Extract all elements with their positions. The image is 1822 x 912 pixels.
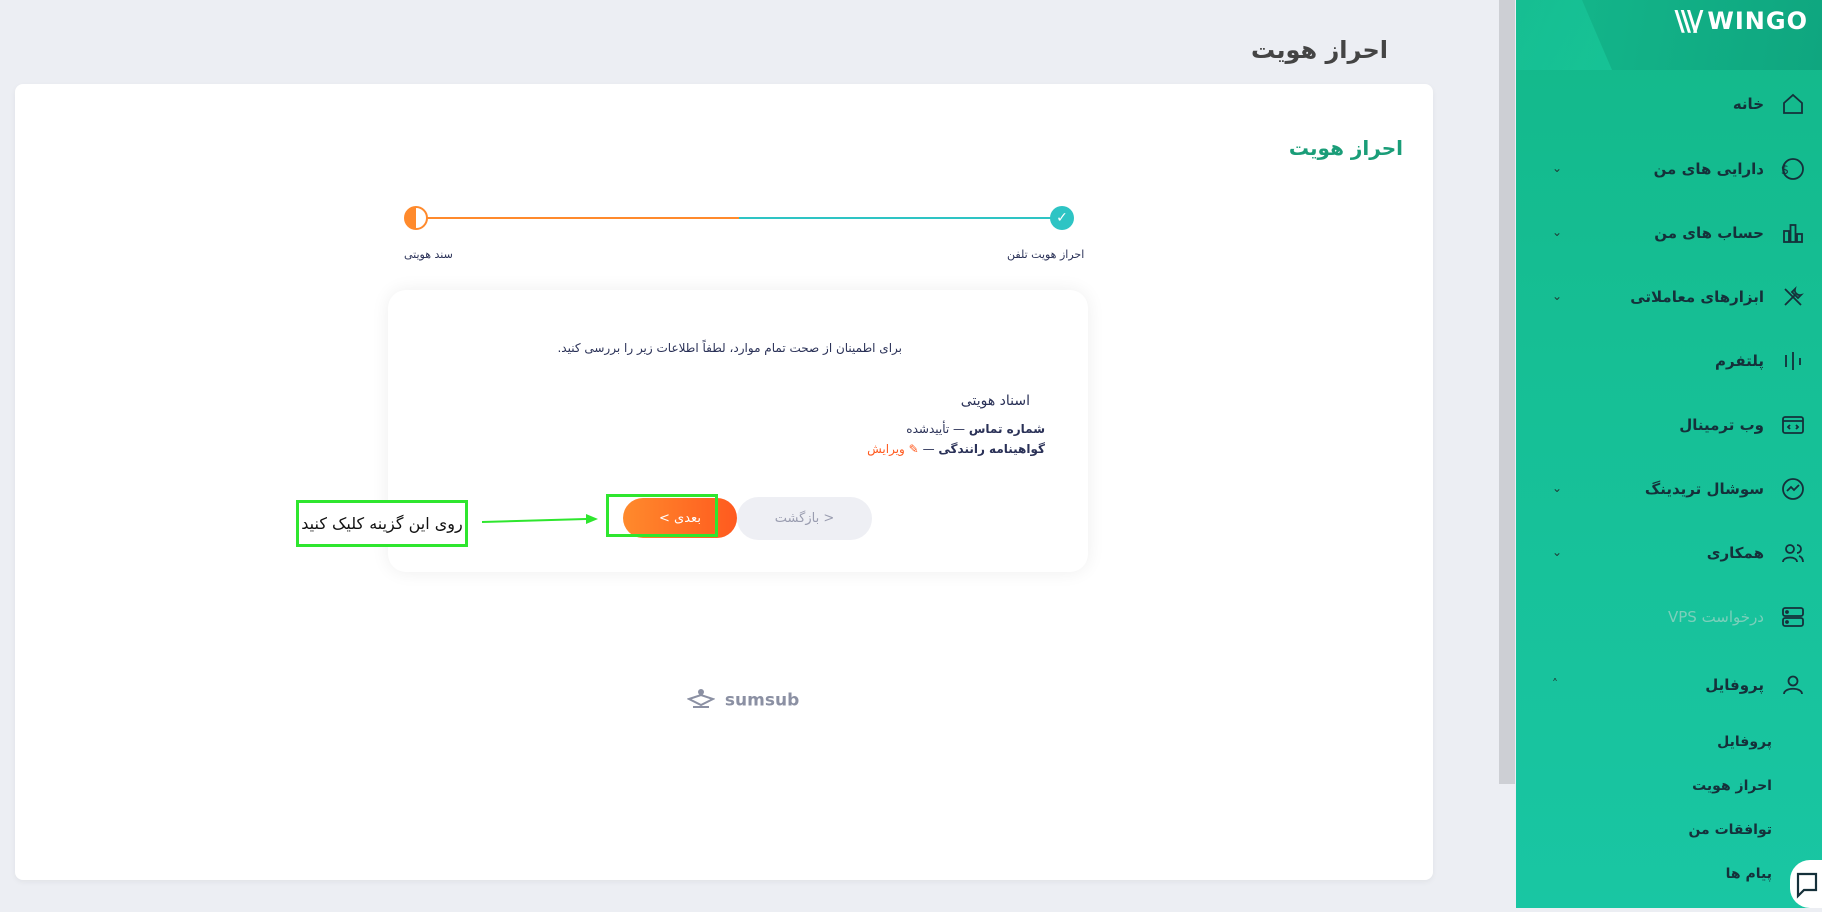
chevron-down-icon: ⌄ <box>1552 481 1563 495</box>
step-label-phone: احراز هویت تلفن <box>1007 248 1085 261</box>
review-instruction: برای اطمینان از صحت تمام موارد، لطفاً اط… <box>557 341 902 355</box>
social-icon <box>1778 474 1808 504</box>
sumsub-review-panel: برای اطمینان از صحت تمام موارد، لطفاً اط… <box>388 290 1088 572</box>
sidebar-item-label: سوشال تریدینگ <box>1644 480 1764 498</box>
progress-track: ✓ <box>404 206 1074 234</box>
dollar-icon: $ <box>1778 154 1808 184</box>
platform-icon <box>1778 346 1808 376</box>
sidebar-item-trading-tools[interactable]: ابزارهای معاملاتی ⌄ <box>1516 277 1822 317</box>
submenu-item-messages[interactable]: پیام ها <box>1516 862 1822 888</box>
accounts-icon <box>1778 218 1808 248</box>
doc-line-sep: — <box>953 422 966 436</box>
terminal-icon <box>1778 410 1808 440</box>
brand-header: \\\/ WINGO <box>1516 0 1822 70</box>
step-current-dot <box>404 206 428 230</box>
doc-line-phone: شماره تماس — تأییدشده <box>906 422 1045 436</box>
brand-decor <box>1516 0 1612 70</box>
svg-text:$: $ <box>1781 163 1789 178</box>
step-done-check-icon: ✓ <box>1050 206 1074 230</box>
chat-widget-button[interactable] <box>1790 860 1822 908</box>
sidebar-item-label: وب ترمینال <box>1679 416 1764 434</box>
sidebar-item-profile[interactable]: پروفایل ˄ <box>1516 665 1822 705</box>
doc-line-label: شماره تماس <box>968 422 1045 436</box>
sidebar-item-label: حساب های من <box>1654 224 1764 242</box>
sidebar-item-web-terminal[interactable]: وب ترمینال <box>1516 405 1822 445</box>
sidebar-item-label: ابزارهای معاملاتی <box>1630 288 1764 306</box>
annotation-arrow <box>482 514 598 524</box>
sumsub-mark-icon <box>686 687 716 714</box>
server-icon <box>1778 602 1808 632</box>
doc-line-status: تأییدشده <box>906 422 950 436</box>
page-title: احراز هویت <box>1251 36 1388 64</box>
sumsub-logo: sumsub <box>686 687 800 714</box>
sidebar-item-partnership[interactable]: همکاری ⌄ <box>1516 533 1822 573</box>
submenu-label: پروفایل <box>1717 734 1772 750</box>
wingo-mark-icon: \\\/ <box>1674 4 1704 37</box>
sidebar-item-social-trading[interactable]: سوشال تریدینگ ⌄ <box>1516 469 1822 509</box>
home-icon <box>1778 89 1808 119</box>
user-icon <box>1778 670 1808 700</box>
chevron-down-icon: ⌄ <box>1552 225 1563 239</box>
sidebar-item-label: پلتفرم <box>1715 352 1764 370</box>
page-scrollbar[interactable] <box>1499 0 1515 784</box>
sidebar-item-label: دارایی های من <box>1653 160 1764 178</box>
submenu-item-profile[interactable]: پروفایل <box>1516 730 1822 756</box>
progress-line-done <box>739 217 1063 219</box>
submenu-item-agreements[interactable]: توافقات من <box>1516 818 1822 844</box>
sidebar-item-label: پروفایل <box>1705 676 1764 694</box>
edit-link-label: ویرایش <box>867 442 905 456</box>
doc-line-sep: — <box>922 442 935 456</box>
doc-line-license: گواهینامه رانندگی — ✎ ویرایش <box>867 442 1045 456</box>
chevron-down-icon: ⌄ <box>1552 289 1563 303</box>
submenu-label: توافقات من <box>1688 822 1772 838</box>
chat-bubble-icon <box>1796 872 1818 899</box>
submenu-label: احراز هویت <box>1692 778 1772 794</box>
pencil-icon: ✎ <box>908 442 919 456</box>
submenu-label: پیام ها <box>1725 866 1772 882</box>
users-icon <box>1778 538 1808 568</box>
step-label-id-document: سند هویتی <box>404 248 453 261</box>
sidebar-item-vps[interactable]: درخواست VPS <box>1516 597 1822 637</box>
sumsub-text: sumsub <box>724 690 800 711</box>
verification-card: احراز هویت ✓ سند هویتی احراز هویت تلفن ب… <box>15 84 1433 880</box>
progress-line-current <box>416 217 739 219</box>
sidebar-item-platform[interactable]: پلتفرم <box>1516 341 1822 381</box>
wingo-logo[interactable]: \\\/ WINGO <box>1675 4 1809 37</box>
submenu-item-kyc[interactable]: احراز هویت <box>1516 774 1822 800</box>
wingo-brand-text: WINGO <box>1707 6 1808 35</box>
sidebar-item-label: همکاری <box>1706 544 1764 562</box>
sidebar-item-accounts[interactable]: حساب های من ⌄ <box>1516 213 1822 253</box>
id-documents-heading: اسناد هویتی <box>960 393 1030 409</box>
chevron-down-icon: ⌄ <box>1552 545 1563 559</box>
edit-link[interactable]: ✎ ویرایش <box>867 442 919 456</box>
sidebar: \\\/ WINGO خانه $ دارایی های من ⌄ حساب ه… <box>1516 0 1822 908</box>
doc-line-label: گواهینامه رانندگی <box>938 442 1045 456</box>
tools-icon <box>1778 282 1808 312</box>
back-button[interactable]: < بازگشت <box>737 497 872 540</box>
sidebar-item-label: خانه <box>1732 95 1764 113</box>
chevron-up-icon: ˄ <box>1552 677 1558 691</box>
chevron-down-icon: ⌄ <box>1552 161 1563 175</box>
card-title: احراز هویت <box>1288 136 1403 160</box>
sidebar-item-home[interactable]: خانه <box>1516 84 1822 124</box>
highlight-box <box>606 494 718 537</box>
sidebar-item-label: درخواست VPS <box>1667 608 1764 626</box>
sidebar-item-assets[interactable]: $ دارایی های من ⌄ <box>1516 149 1822 189</box>
annotation-callout: روی این گزینه کلیک کنید <box>296 500 468 547</box>
